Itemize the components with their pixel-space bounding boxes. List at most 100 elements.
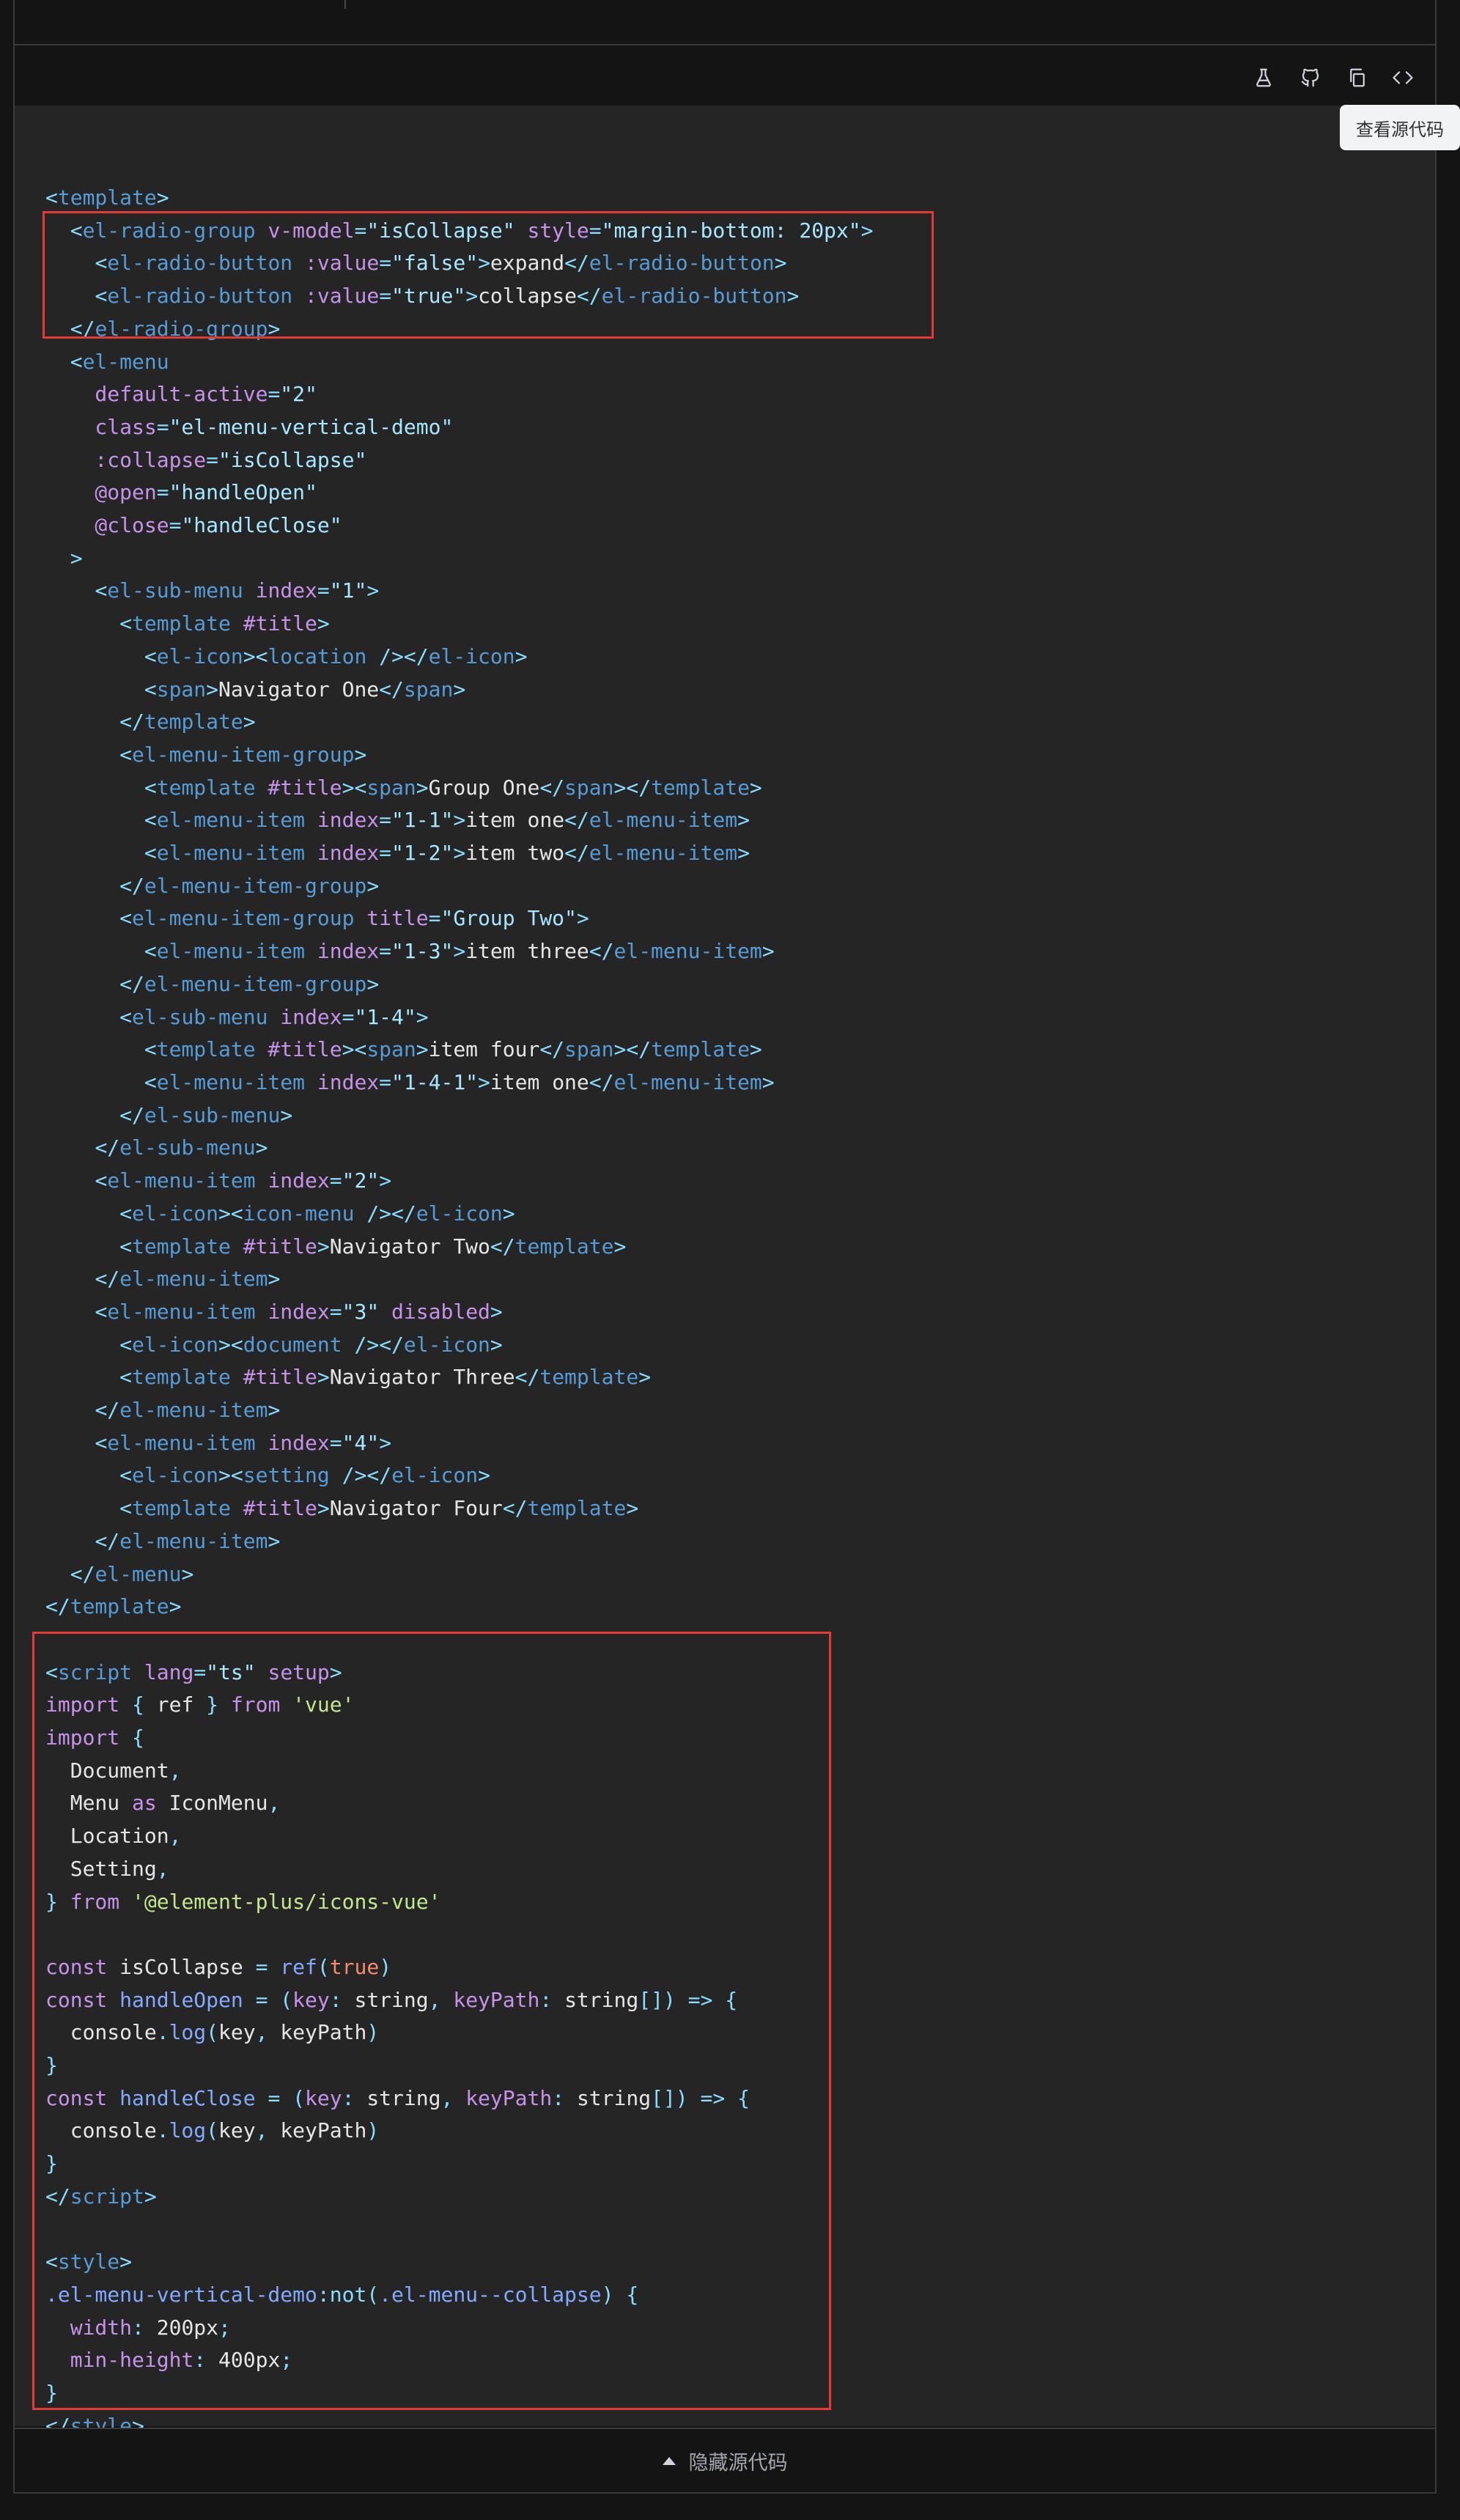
code-token: span — [366, 775, 416, 800]
code-token: index — [305, 841, 380, 866]
code-token: = — [589, 218, 602, 243]
code-token: > — [626, 1496, 639, 1521]
code-token: </ — [95, 1267, 120, 1292]
code-token: > — [280, 1102, 293, 1127]
code-line: Menu as IconMenu, — [45, 1791, 281, 1815]
code-token: = — [193, 1659, 207, 1684]
code-token: from — [70, 1889, 120, 1914]
code-token: expand — [490, 251, 565, 276]
code-token: Navigator One — [218, 677, 380, 701]
code-token: el-icon — [403, 1332, 490, 1357]
code-token: < — [144, 644, 157, 668]
code-token: < — [95, 1168, 108, 1193]
code-token: index — [305, 808, 380, 833]
code-token: el-radio-button — [601, 284, 787, 309]
code-token: > — [268, 316, 281, 341]
code-token: > — [478, 1069, 490, 1094]
code-token: } — [45, 2053, 58, 2078]
code-token: width — [45, 2315, 133, 2340]
code-line: </el-sub-menu> — [45, 1103, 292, 1127]
code-token: style — [515, 218, 589, 243]
code-token: ; — [280, 2348, 293, 2373]
code-token: "margin-bottom: 20px" — [601, 218, 861, 243]
code-token: </ — [564, 841, 589, 866]
code-token: keyPath — [465, 2085, 553, 2110]
code-token: , — [440, 2085, 466, 2110]
code-token: = — [379, 841, 392, 866]
code-token: = — [342, 1004, 355, 1029]
code-token: ref — [268, 1954, 317, 1979]
code-token: title — [354, 906, 429, 931]
code-token: document — [243, 1332, 342, 1357]
code-token: template — [132, 1365, 231, 1390]
code-token: = ( — [255, 2085, 306, 2110]
code-token: > — [317, 611, 330, 636]
code-token: ) — [379, 1954, 392, 1979]
code-token: < — [144, 775, 157, 800]
code-token: = — [379, 1069, 392, 1094]
code-line: <el-sub-menu index="1-4"> — [45, 1004, 428, 1029]
code-token: < — [95, 284, 108, 309]
github-icon[interactable] — [1297, 65, 1324, 91]
code-token: isCollapse — [107, 1954, 256, 1979]
code-token: </ — [70, 316, 95, 341]
code-token: el-menu-item-group — [132, 906, 355, 931]
code-token: </ — [95, 1135, 120, 1160]
code-token: span — [366, 1037, 416, 1062]
code-token: < — [119, 1201, 133, 1226]
code-token: template — [156, 1037, 256, 1062]
code-token: "1-3" — [391, 939, 454, 964]
code-token: el-icon — [156, 644, 243, 668]
code-token: log — [169, 2020, 207, 2045]
code-line: const isCollapse = ref(true) — [45, 1955, 391, 1979]
code-token: > — [119, 2250, 133, 2274]
playground-flask-icon[interactable] — [1250, 65, 1277, 91]
code-token: < — [144, 677, 157, 701]
code-token: > — [268, 1398, 281, 1423]
code-line: console.log(key, keyPath) — [45, 2118, 379, 2143]
code-token: >< — [342, 1037, 367, 1062]
code-line: </script> — [45, 2184, 157, 2208]
code-token: item one — [490, 1069, 589, 1094]
code-token: < — [119, 1234, 133, 1259]
code-token: "ts" — [206, 1659, 256, 1684]
code-token: : — [342, 2085, 367, 2110]
code-token: script — [70, 2184, 144, 2208]
code-token: > — [638, 1365, 652, 1390]
code-token: "1-1" — [391, 808, 454, 833]
code-token: el-menu-item — [589, 808, 738, 833]
code-token: el-radio-button — [589, 251, 775, 276]
code-token: { — [119, 1692, 157, 1717]
code-token: > — [737, 841, 750, 866]
code-token: span — [564, 775, 614, 800]
code-token: template — [651, 775, 750, 800]
code-token: > — [453, 939, 466, 964]
code-token: el-menu-item — [107, 1430, 256, 1455]
code-token: const — [45, 2085, 108, 2110]
hide-source-toggle[interactable]: 隐藏源代码 — [13, 2428, 1437, 2494]
code-token: </ — [502, 1496, 528, 1521]
code-token: > — [762, 1069, 775, 1094]
code-token: el-sub-menu — [107, 578, 243, 603]
code-token: location — [268, 644, 367, 668]
code-token: > — [416, 775, 429, 800]
code-token: el-radio-group — [82, 218, 256, 243]
code-token: keyPath — [453, 1987, 540, 2012]
code-token: const — [45, 1954, 108, 1979]
code-token: > — [453, 677, 466, 701]
code-token: Navigator Three — [329, 1365, 515, 1390]
code-line: min-height: 400px; — [45, 2348, 292, 2372]
code-token: log — [169, 2118, 207, 2143]
code-icon[interactable] — [1390, 65, 1416, 91]
code-token: = — [379, 808, 392, 833]
code-toolbar — [15, 45, 1435, 106]
code-token: ref — [156, 1692, 194, 1717]
copy-icon[interactable] — [1344, 65, 1371, 91]
